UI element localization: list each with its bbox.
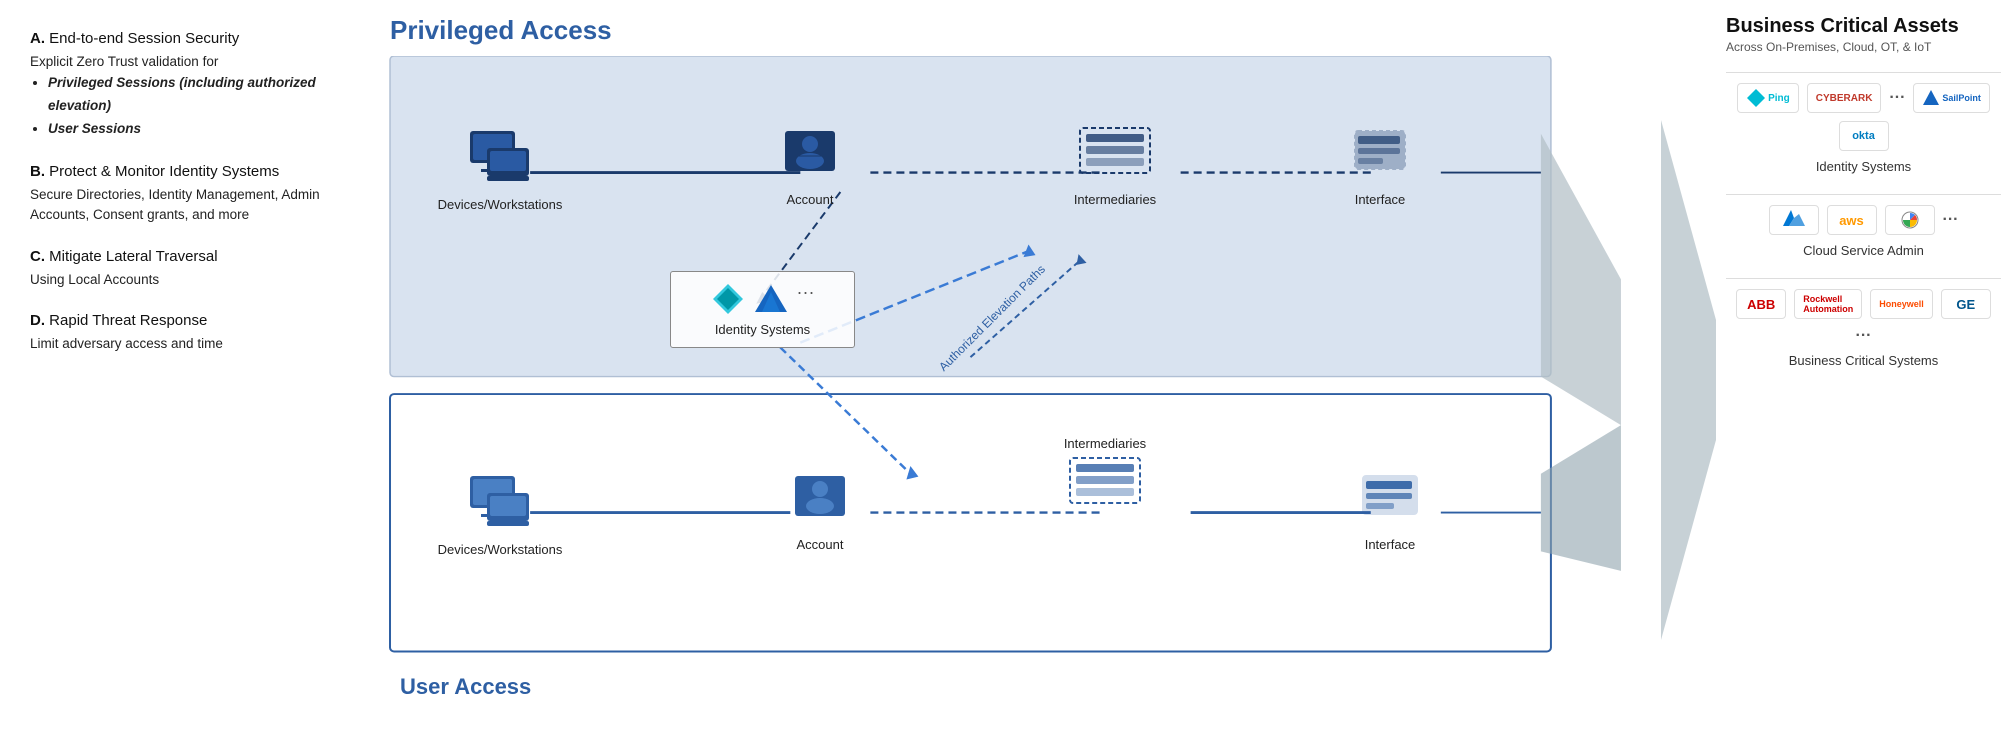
user-interface-icon [1358, 471, 1423, 531]
priv-devices-icon [465, 126, 535, 191]
bca-subtitle: Across On-Premises, Cloud, OT, & IoT [1726, 40, 2001, 54]
identity-icon-2 [754, 282, 789, 317]
user-devices-icon [465, 471, 535, 536]
priv-interface-icon [1350, 126, 1410, 186]
user-devices-node: Devices/Workstations [440, 471, 560, 557]
ping-logo: Ping [1737, 83, 1799, 113]
bullet-user-sessions: User Sessions [48, 118, 345, 141]
bca-identity-logos: Ping CYBERARK ··· SailPoint okta [1726, 83, 2001, 151]
identity-systems-label: Identity Systems [681, 322, 844, 337]
section-c-content: Using Local Accounts [30, 270, 345, 290]
user-account-label: Account [797, 537, 844, 552]
section-a-title: A. End-to-end Session Security [30, 30, 345, 47]
cloud-more: ··· [1943, 211, 1959, 229]
identity-more: ··· [1889, 89, 1905, 107]
section-c-title: C. Mitigate Lateral Traversal [30, 248, 345, 265]
bca-title: Business Critical Assets [1726, 15, 2001, 38]
diagram-area: Privileged Access [370, 0, 1661, 752]
section-a-content: Explicit Zero Trust validation for [30, 52, 345, 72]
priv-interface-label: Interface [1355, 192, 1406, 207]
priv-interface-node: Interface [1330, 126, 1430, 207]
bca-panel: Business Critical Assets Across On-Premi… [1661, 0, 2011, 752]
honeywell-logo: Honeywell [1870, 289, 1933, 319]
bca-systems-section: ABB RockwellAutomation Honeywell GE ··· … [1726, 289, 2001, 368]
systems-more: ··· [1856, 327, 1872, 345]
user-intermediaries-node: Intermediaries [1040, 436, 1170, 522]
user-interface-label: Interface [1365, 537, 1416, 552]
identity-more-dots: ··· [797, 282, 815, 317]
user-access-label: User Access [400, 674, 531, 700]
diagram-container: Devices/Workstations Account [380, 56, 1661, 736]
priv-account-node: Account [760, 126, 860, 207]
section-d: D. Rapid Threat Response Limit adversary… [30, 312, 345, 354]
user-account-node: Account [770, 471, 870, 552]
priv-devices-node: Devices/Workstations [440, 126, 560, 212]
bca-systems-label: Business Critical Systems [1726, 353, 2001, 368]
priv-intermediaries-icon [1078, 126, 1153, 186]
section-a: A. End-to-end Session Security Explicit … [30, 30, 345, 141]
identity-systems-box: ··· Identity Systems [670, 271, 855, 348]
bullet-privileged-sessions: Privileged Sessions (including authorize… [48, 72, 345, 118]
section-b: B. Protect & Monitor Identity Systems Se… [30, 163, 345, 226]
bca-cloud-section: aws ··· Cloud Service Admin [1726, 205, 2001, 258]
diagram-main-title: Privileged Access [380, 15, 1661, 46]
priv-account-icon [780, 126, 840, 186]
priv-account-label: Account [787, 192, 834, 207]
bca-identity-section: Ping CYBERARK ··· SailPoint okta Identit… [1726, 83, 2001, 174]
bca-cloud-logos: aws ··· [1726, 205, 2001, 235]
left-panel: A. End-to-end Session Security Explicit … [0, 0, 370, 752]
priv-intermediaries-label: Intermediaries [1074, 192, 1156, 207]
bca-systems-logos: ABB RockwellAutomation Honeywell GE ··· [1726, 289, 2001, 345]
okta-logo: okta [1839, 121, 1889, 151]
identity-icon-1 [711, 282, 746, 317]
aws-logo: aws [1827, 205, 1877, 235]
abb-logo: ABB [1736, 289, 1786, 319]
section-b-title: B. Protect & Monitor Identity Systems [30, 163, 345, 180]
diagram-svg [380, 56, 1661, 736]
ge-logo: GE [1941, 289, 1991, 319]
priv-intermediaries-node: Intermediaries [1050, 126, 1180, 207]
section-a-bullets: Privileged Sessions (including authorize… [48, 72, 345, 141]
user-devices-label: Devices/Workstations [438, 542, 563, 557]
user-intermediaries-icon [1068, 456, 1143, 516]
user-intermediaries-top-label: Intermediaries [1064, 436, 1146, 451]
cyberark-logo: CYBERARK [1807, 83, 1882, 113]
user-account-icon [790, 471, 850, 531]
section-c: C. Mitigate Lateral Traversal Using Loca… [30, 248, 345, 290]
divider-2 [1726, 194, 2001, 195]
priv-devices-label: Devices/Workstations [438, 197, 563, 212]
funnel-svg [1661, 40, 1721, 720]
google-logo [1885, 205, 1935, 235]
bca-cloud-label: Cloud Service Admin [1726, 243, 2001, 258]
sailpoint-logo: SailPoint [1913, 83, 1990, 113]
user-interface-node: Interface [1335, 471, 1445, 552]
section-b-content: Secure Directories, Identity Management,… [30, 185, 345, 226]
bca-identity-label: Identity Systems [1726, 159, 2001, 174]
rockwell-logo: RockwellAutomation [1794, 289, 1862, 319]
azure-logo [1769, 205, 1819, 235]
section-d-content: Limit adversary access and time [30, 334, 345, 354]
section-d-title: D. Rapid Threat Response [30, 312, 345, 329]
divider-3 [1726, 278, 2001, 279]
divider-1 [1726, 72, 2001, 73]
